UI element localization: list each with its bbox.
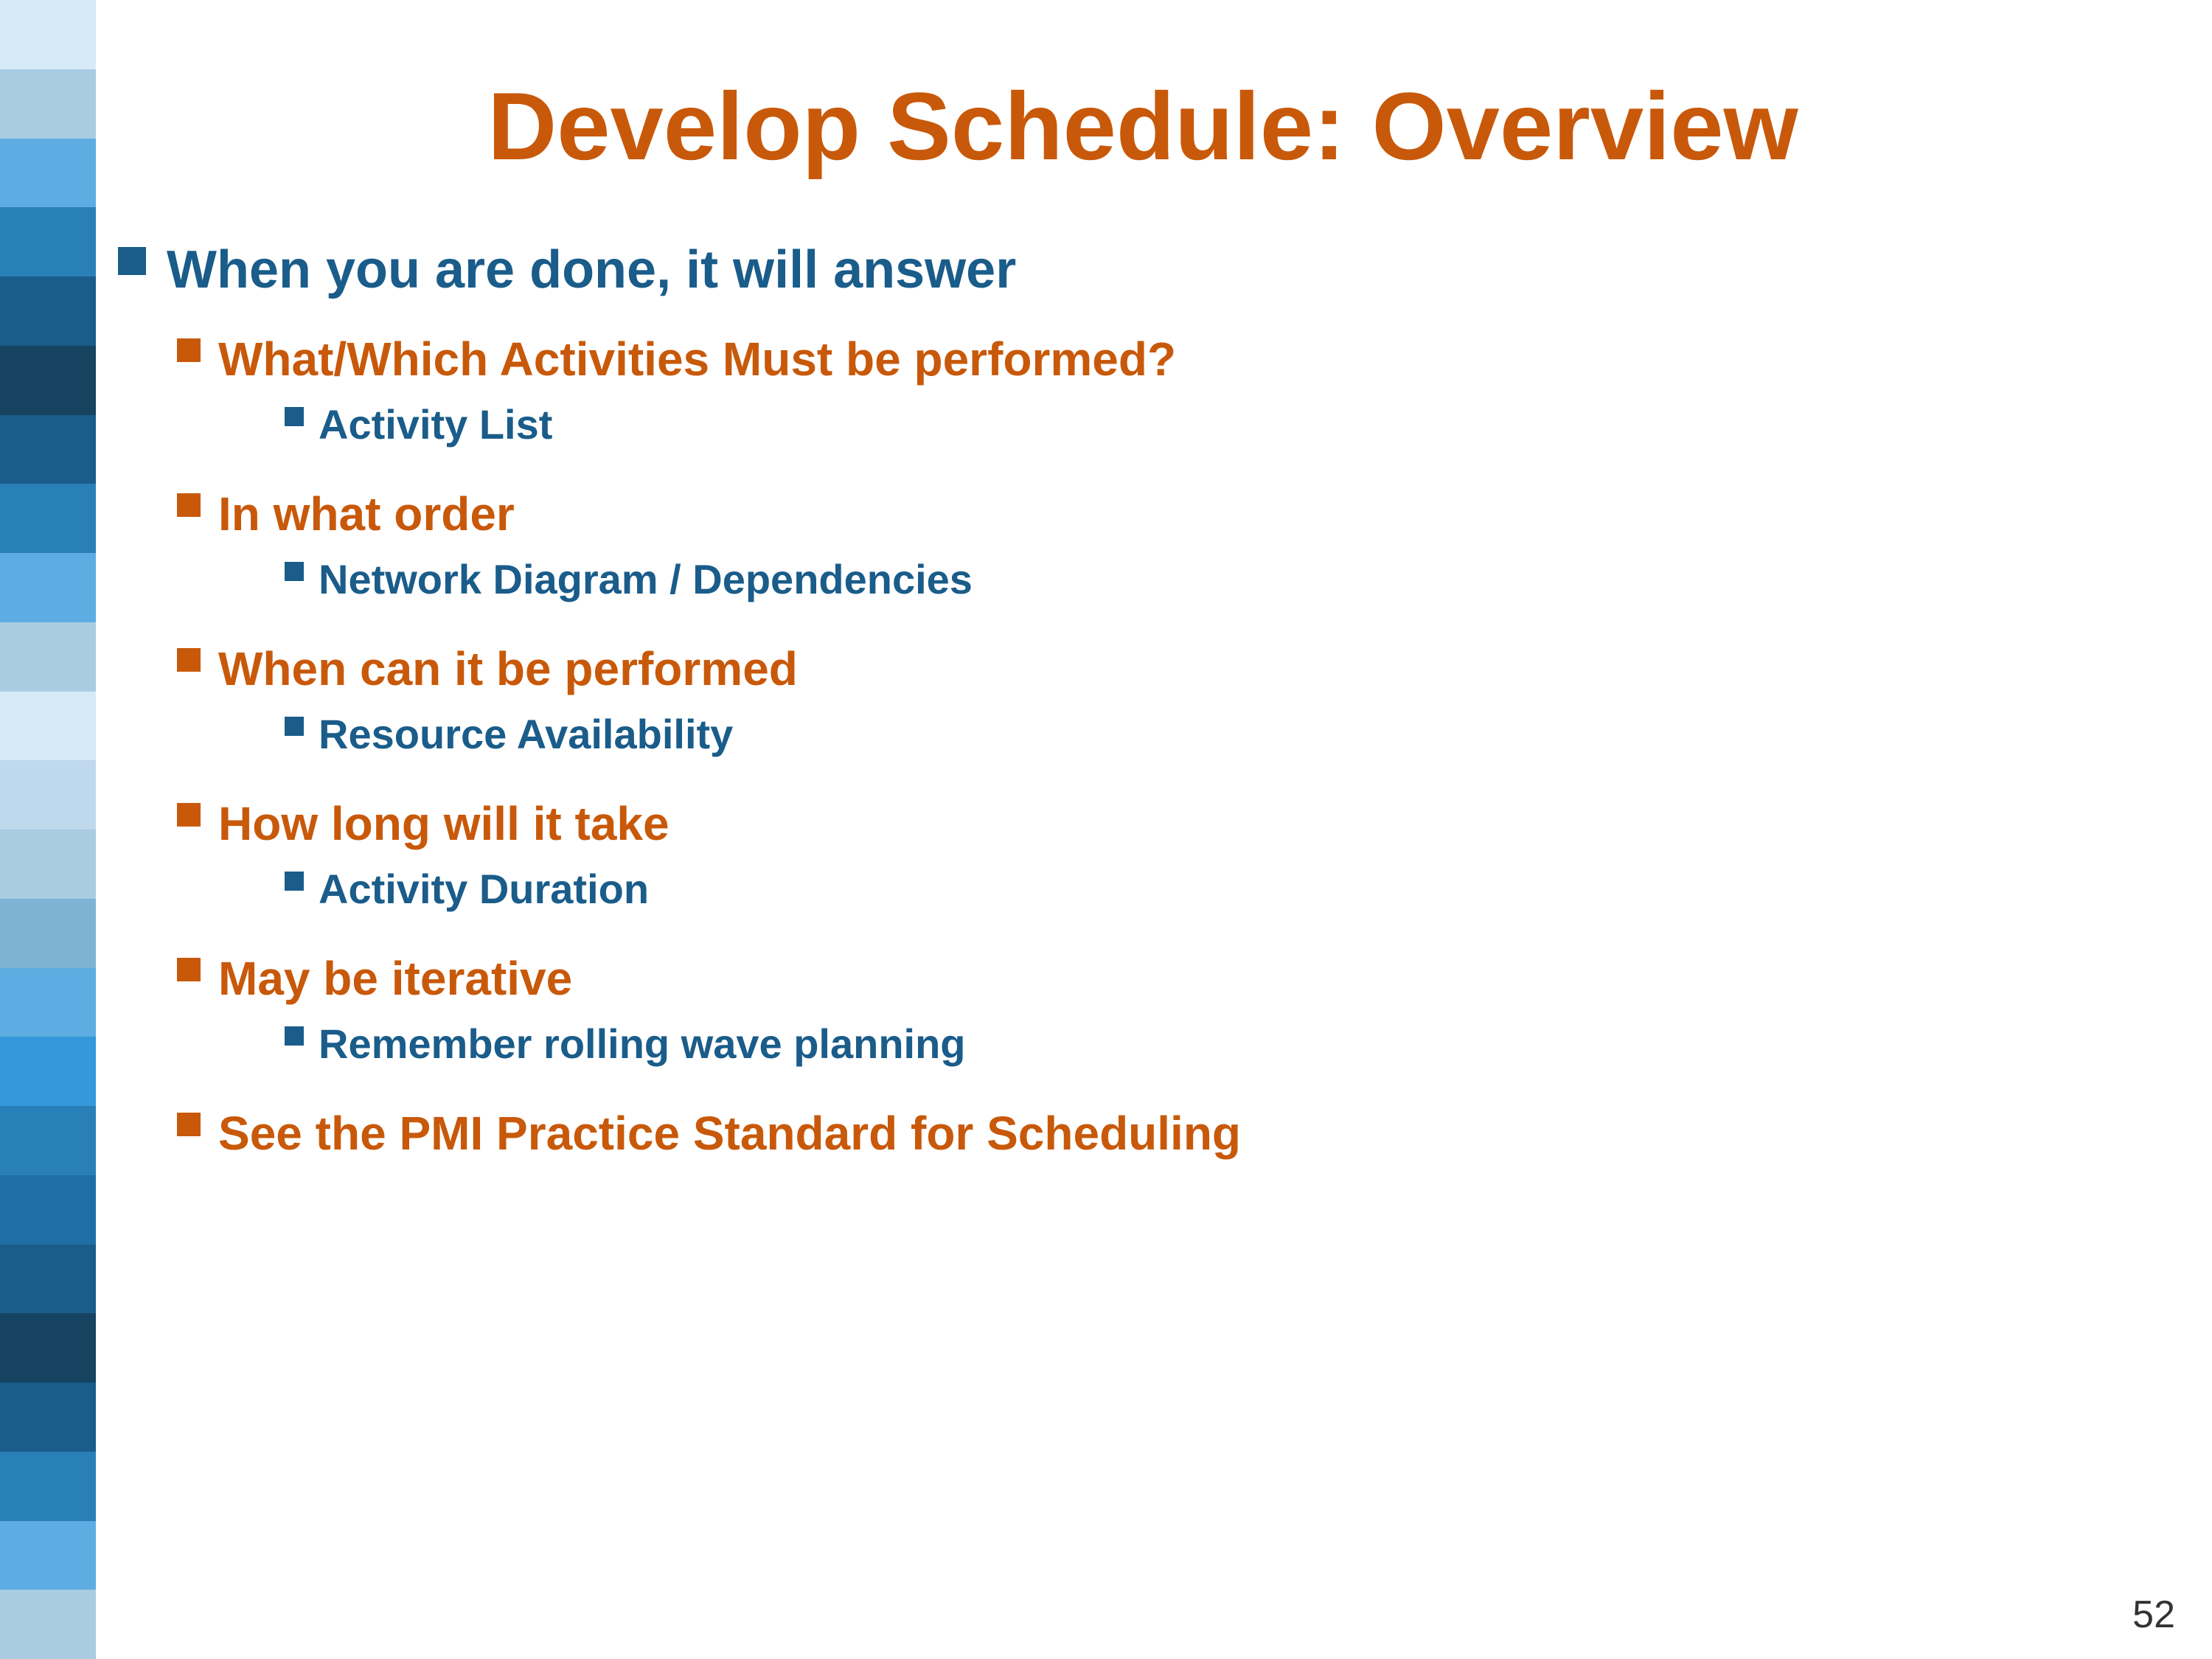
strip-block — [0, 484, 96, 553]
strip-block — [0, 1452, 96, 1521]
level3-list: Activity List — [218, 400, 1176, 449]
list-item: Activity List — [285, 400, 1176, 449]
list-item: Activity Duration — [285, 864, 669, 914]
strip-block — [0, 1521, 96, 1590]
list-item: Remember rolling wave planning — [285, 1019, 966, 1068]
strip-block — [0, 692, 96, 761]
slide-content: Develop Schedule: Overview When you are … — [118, 44, 2168, 1615]
strip-block — [0, 1106, 96, 1175]
left-decorative-strip — [0, 0, 96, 1659]
strip-block — [0, 139, 96, 208]
strip-block — [0, 1037, 96, 1106]
bullet-text-l2: May be iterative — [218, 952, 572, 1005]
page-number: 52 — [2132, 1593, 2175, 1637]
bullet-text-l1: When you are done, it will answer — [167, 240, 1016, 299]
strip-block — [0, 276, 96, 346]
list-item: How long will it take Activity Duration — [177, 796, 2168, 928]
bullet-marker-l1 — [118, 247, 146, 275]
list-item: When can it be performed Resource Availa… — [177, 641, 2168, 773]
strip-block — [0, 760, 96, 830]
level3-list: Network Diagram / Dependencies — [218, 554, 973, 604]
list-item: May be iterative Remember rolling wave p… — [177, 950, 2168, 1083]
bullet-marker-l2 — [177, 338, 201, 362]
list-item: What/Which Activities Must be performed?… — [118, 331, 2168, 1162]
bullet-marker-l3 — [285, 872, 304, 891]
how-long-text: How long will it take — [218, 797, 669, 850]
strip-block — [0, 346, 96, 415]
strip-block — [0, 622, 96, 692]
strip-block — [0, 1590, 96, 1659]
bullet-text-l2: In what order — [218, 487, 515, 540]
list-item: What/Which Activities Must be performed?… — [177, 331, 2168, 464]
main-bullet-list: When you are done, it will answer What/W… — [118, 238, 2168, 1162]
bullet-marker-l2 — [177, 493, 201, 517]
list-item: In what order Network Diagram / Dependen… — [177, 486, 2168, 619]
bullet-marker-l2 — [177, 958, 201, 981]
resource-availability-text: Resource Availability — [319, 709, 733, 759]
strip-block — [0, 1245, 96, 1314]
bullet-marker-l3 — [285, 407, 304, 426]
bullet-text-l2: When can it be performed — [218, 642, 798, 695]
level2-list: What/Which Activities Must be performed?… — [177, 331, 2168, 1162]
strip-block — [0, 69, 96, 139]
bullet-text-l3: Activity Duration — [319, 864, 649, 914]
bullet-text-l3: Remember rolling wave planning — [319, 1019, 966, 1068]
strip-block — [0, 899, 96, 968]
bullet-marker-l3 — [285, 1026, 304, 1046]
strip-block — [0, 968, 96, 1037]
pmi-text: See the PMI Practice Standard for Schedu… — [218, 1107, 1241, 1160]
bullet-text-l3: Activity List — [319, 400, 552, 449]
strip-block — [0, 415, 96, 484]
bullet-marker-l2 — [177, 1113, 201, 1136]
strip-block — [0, 553, 96, 622]
strip-block — [0, 0, 96, 69]
strip-block — [0, 207, 96, 276]
bullet-marker-l2 — [177, 648, 201, 672]
bullet-marker-l3 — [285, 717, 304, 736]
list-item: When you are done, it will answer — [118, 238, 2168, 302]
list-item: Resource Availability — [285, 709, 798, 759]
strip-block — [0, 1175, 96, 1245]
strip-block — [0, 830, 96, 899]
strip-block — [0, 1382, 96, 1452]
level3-list: Activity Duration — [218, 864, 669, 914]
bullet-text-l2: What/Which Activities Must be performed? — [218, 333, 1176, 386]
level3-list: Resource Availability — [218, 709, 798, 759]
list-item: See the PMI Practice Standard for Schedu… — [177, 1105, 2168, 1162]
list-item: Network Diagram / Dependencies — [285, 554, 973, 604]
bullet-text-l3: Network Diagram / Dependencies — [319, 554, 973, 604]
strip-block — [0, 1313, 96, 1382]
bullet-marker-l2 — [177, 803, 201, 827]
bullet-marker-l3 — [285, 562, 304, 581]
slide-title: Develop Schedule: Overview — [118, 74, 2168, 179]
level3-list: Remember rolling wave planning — [218, 1019, 966, 1068]
